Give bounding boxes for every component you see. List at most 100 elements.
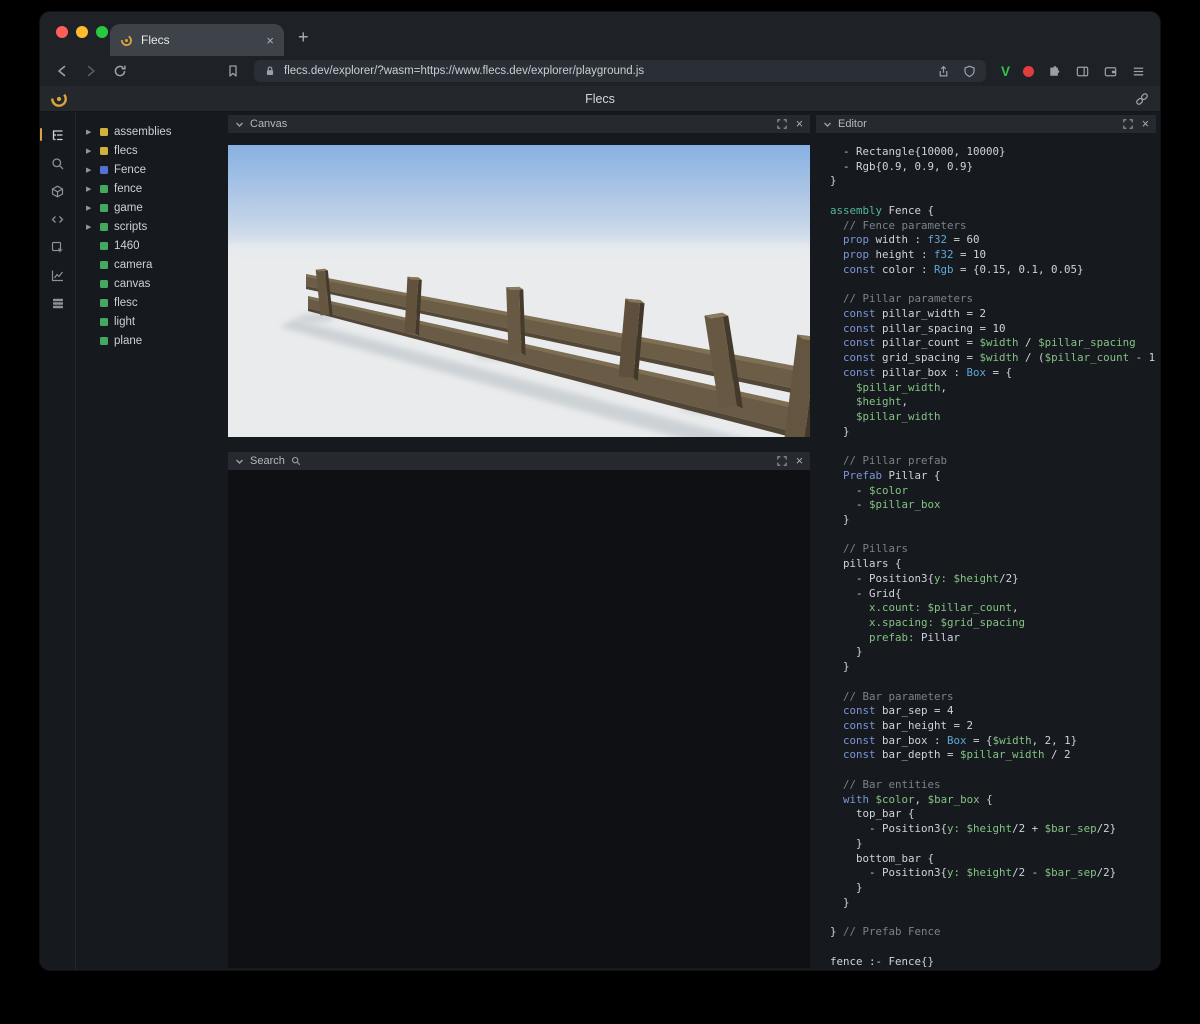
- code-line: const grid_spacing = $width / ($pillar_c…: [830, 351, 1156, 365]
- chevron-right-icon[interactable]: ▶: [86, 147, 94, 155]
- expand-icon[interactable]: [776, 456, 787, 466]
- tree-item-light[interactable]: ▶light: [77, 312, 223, 331]
- stats-chart-icon[interactable]: [40, 266, 76, 284]
- chevron-down-icon[interactable]: [235, 457, 244, 466]
- canvas-panel: Canvas ×: [228, 115, 810, 437]
- tree-item-label: camera: [114, 258, 153, 271]
- expand-icon[interactable]: [776, 119, 787, 129]
- chevron-down-icon[interactable]: [235, 120, 244, 129]
- chevron-right-icon[interactable]: ▶: [86, 128, 94, 136]
- address-bar[interactable]: flecs.dev/explorer/?wasm=https://www.fle…: [254, 60, 986, 82]
- traffic-lights: [56, 26, 108, 38]
- shield-icon[interactable]: [962, 64, 977, 79]
- entity-kind-square: [100, 184, 108, 193]
- entity-kind-square: [100, 203, 108, 212]
- entity-tree: ▶ assemblies ▶ flecs ▶ Fence ▶ fence ▶ game ▶ scrip…: [77, 116, 223, 970]
- v-extension-icon[interactable]: V: [1001, 64, 1010, 79]
- tab-title: Flecs: [141, 33, 170, 47]
- code-line: // Fence parameters: [830, 218, 967, 232]
- tree-item-game[interactable]: ▶ game: [77, 198, 223, 217]
- tree-item-assemblies[interactable]: ▶ assemblies: [77, 122, 223, 141]
- search-panel: Search ×: [228, 452, 810, 968]
- share-icon[interactable]: [936, 64, 951, 79]
- memory-rows-icon[interactable]: [40, 294, 76, 312]
- tree-item-plane[interactable]: ▶plane: [77, 331, 223, 350]
- entity-kind-square: [100, 317, 108, 326]
- search-panel-titlebar: Search ×: [228, 452, 810, 470]
- code-line: // Bar entities: [830, 777, 941, 791]
- side-panel-icon[interactable]: [1075, 64, 1090, 79]
- code-line: }: [830, 512, 850, 526]
- extensions-puzzle-icon[interactable]: [1047, 64, 1062, 79]
- tree-item-flecs[interactable]: ▶ flecs: [77, 141, 223, 160]
- code-line: const pillar_spacing = 10: [830, 321, 1006, 335]
- tree-item-label: 1460: [114, 239, 140, 252]
- tree-item-fence[interactable]: ▶ fence: [77, 179, 223, 198]
- chevron-right-icon[interactable]: ▶: [86, 166, 94, 174]
- outline-view-icon[interactable]: [40, 126, 76, 144]
- tree-item-Fence[interactable]: ▶ Fence: [77, 160, 223, 179]
- code-line: // Bar parameters: [830, 689, 954, 703]
- canvas-3d-viewport[interactable]: [228, 145, 810, 437]
- entity-kind-square: [100, 127, 108, 136]
- tree-item-1460[interactable]: ▶1460: [77, 236, 223, 255]
- url-text[interactable]: flecs.dev/explorer/?wasm=https://www.fle…: [284, 65, 644, 77]
- chevron-right-icon[interactable]: ▶: [86, 223, 94, 231]
- editor-panel: Editor × - Rectangle{10000, 10000} - Rgb…: [816, 115, 1156, 970]
- code-line: }: [830, 174, 837, 188]
- close-icon[interactable]: ×: [1142, 118, 1149, 131]
- tab-close-button[interactable]: ×: [266, 33, 274, 48]
- code-line: }: [830, 645, 863, 659]
- forward-button[interactable]: [83, 63, 99, 79]
- extensions-area: V: [1001, 64, 1146, 79]
- reload-button[interactable]: [112, 63, 128, 79]
- code-line: $height,: [830, 395, 909, 409]
- close-icon[interactable]: ×: [796, 118, 803, 131]
- tree-item-label: flecs: [114, 144, 138, 157]
- code-line: - $pillar_box: [830, 498, 941, 512]
- code-line: prop width : f32 = 60: [830, 233, 980, 247]
- tree-item-camera[interactable]: ▶camera: [77, 255, 223, 274]
- wallet-icon[interactable]: [1103, 64, 1118, 79]
- code-line: x.count: $pillar_count,: [830, 601, 1019, 615]
- code-line: const pillar_count = $width / $pillar_sp…: [830, 336, 1136, 350]
- code-line: // Pillar parameters: [830, 292, 974, 306]
- chevron-down-icon[interactable]: [823, 120, 832, 129]
- search-panel-title: Search: [250, 455, 285, 467]
- browser-tab-flecs[interactable]: Flecs ×: [110, 24, 284, 56]
- window-minimize-button[interactable]: [76, 26, 88, 38]
- lock-icon: [266, 66, 274, 75]
- search-view-icon[interactable]: [40, 154, 76, 172]
- code-line: const bar_height = 2: [830, 719, 974, 733]
- entities-cube-icon[interactable]: [40, 182, 76, 200]
- back-button[interactable]: [54, 63, 70, 79]
- inspect-cursor-icon[interactable]: [40, 238, 76, 256]
- window-zoom-button[interactable]: [96, 26, 108, 38]
- tree-item-scripts[interactable]: ▶ scripts: [77, 217, 223, 236]
- share-link-icon[interactable]: [1134, 91, 1150, 107]
- notification-badge-icon[interactable]: [1023, 65, 1034, 77]
- editor-code[interactable]: - Rectangle{10000, 10000} - Rgb{0.9, 0.9…: [816, 133, 1156, 970]
- code-line: $pillar_width: [830, 409, 941, 423]
- flecs-favicon: [121, 34, 132, 46]
- code-line: // Pillar prefab: [830, 454, 948, 468]
- close-icon[interactable]: ×: [796, 455, 803, 468]
- chevron-right-icon[interactable]: ▶: [86, 185, 94, 193]
- entity-kind-square: [100, 146, 108, 155]
- menu-icon[interactable]: [1131, 64, 1146, 79]
- code-line: bottom_bar {: [830, 851, 935, 865]
- entity-kind-square: [100, 279, 108, 288]
- new-tab-button[interactable]: +: [298, 28, 309, 46]
- window-close-button[interactable]: [56, 26, 68, 38]
- tree-item-canvas[interactable]: ▶canvas: [77, 274, 223, 293]
- chevron-right-icon[interactable]: ▶: [86, 204, 94, 212]
- code-view-icon[interactable]: [40, 210, 76, 228]
- bookmark-icon[interactable]: [225, 63, 241, 79]
- tree-item-flesc[interactable]: ▶flesc: [77, 293, 223, 312]
- search-results-area: [228, 470, 810, 968]
- expand-icon[interactable]: [1122, 119, 1133, 129]
